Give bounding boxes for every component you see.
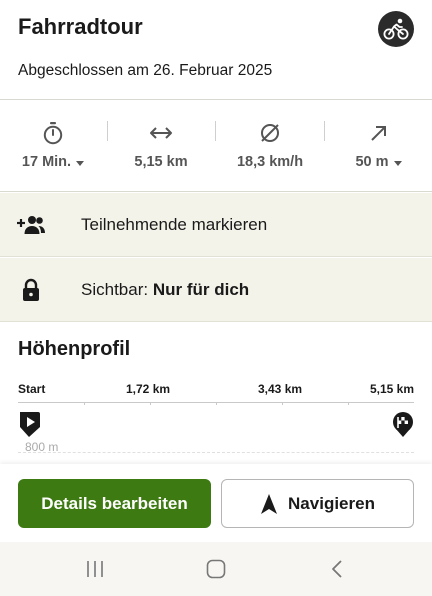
visibility-label: Sichtbar: Nur für dich — [81, 280, 249, 300]
elevation-gridline — [18, 452, 414, 453]
visibility-value: Nur für dich — [152, 279, 250, 299]
axis-label-1: 1,72 km — [126, 382, 171, 396]
axis-label-2: 3,43 km — [258, 382, 303, 396]
activity-title: Fahrradtour — [18, 14, 143, 39]
tag-participants-label: Teilnehmende markieren — [81, 214, 268, 234]
stat-divider — [107, 121, 108, 141]
activity-header: Fahrradtour Abgeschlossen am 26. Februar… — [0, 0, 432, 100]
average-speed-icon — [258, 120, 282, 146]
back-icon[interactable] — [307, 542, 367, 596]
axis-tick — [348, 402, 349, 405]
recents-icon[interactable] — [65, 542, 125, 596]
axis-tick — [216, 402, 217, 405]
stat-average-speed-value: 18,3 km/h — [236, 154, 304, 170]
distance-arrows-icon — [148, 120, 174, 146]
navigate-button[interactable]: Navigieren — [221, 479, 414, 528]
axis-tick — [282, 402, 283, 405]
home-icon[interactable] — [186, 542, 246, 596]
bicycle-icon — [378, 11, 414, 47]
activity-stats: 17 Min. 5,15 km 18,3 km/h 50 m — [0, 101, 432, 192]
stat-divider — [324, 121, 325, 141]
lock-icon — [22, 258, 40, 322]
elevation-profile-title: Höhenprofil — [18, 338, 131, 360]
stat-distance-value: 5,15 km — [134, 154, 188, 170]
add-person-icon — [16, 193, 46, 257]
elevation-label: 800 m — [25, 440, 59, 454]
completion-date: Abgeschlossen am 26. Februar 2025 — [18, 62, 273, 79]
navigate-label: Navigieren — [288, 493, 375, 513]
chevron-down-icon — [393, 160, 402, 166]
visibility-row[interactable]: Sichtbar: Nur für dich — [0, 258, 432, 322]
stat-distance: 5,15 km — [107, 101, 215, 192]
navigation-arrow-icon — [261, 493, 278, 514]
elevation-axis-labels: Start 1,72 km 3,43 km 5,15 km — [18, 382, 414, 398]
tag-participants-row[interactable]: Teilnehmende markieren — [0, 193, 432, 257]
axis-label-start: Start — [18, 382, 46, 396]
stat-divider — [215, 121, 216, 141]
start-play-marker-icon — [18, 410, 42, 443]
edit-details-button[interactable]: Details bearbeiten — [18, 479, 211, 528]
stat-duration[interactable]: 17 Min. — [0, 101, 106, 192]
finish-flag-marker-icon — [391, 410, 415, 443]
axis-tick — [84, 402, 85, 405]
stat-elevation-value: 50 m — [355, 154, 389, 170]
stat-duration-value: 17 Min. — [21, 154, 72, 170]
action-bar: Details bearbeiten Navigieren — [0, 464, 432, 542]
elevation-gain-icon — [369, 120, 389, 146]
stopwatch-icon — [42, 120, 64, 146]
stat-elevation[interactable]: 50 m — [325, 101, 432, 192]
axis-label-end: 5,15 km — [369, 382, 414, 396]
stat-average-speed: 18,3 km/h — [216, 101, 324, 192]
visibility-prefix: Sichtbar: — [81, 279, 149, 299]
chevron-down-icon — [76, 160, 85, 166]
axis-tick — [150, 402, 151, 405]
system-navigation-bar — [0, 542, 432, 596]
